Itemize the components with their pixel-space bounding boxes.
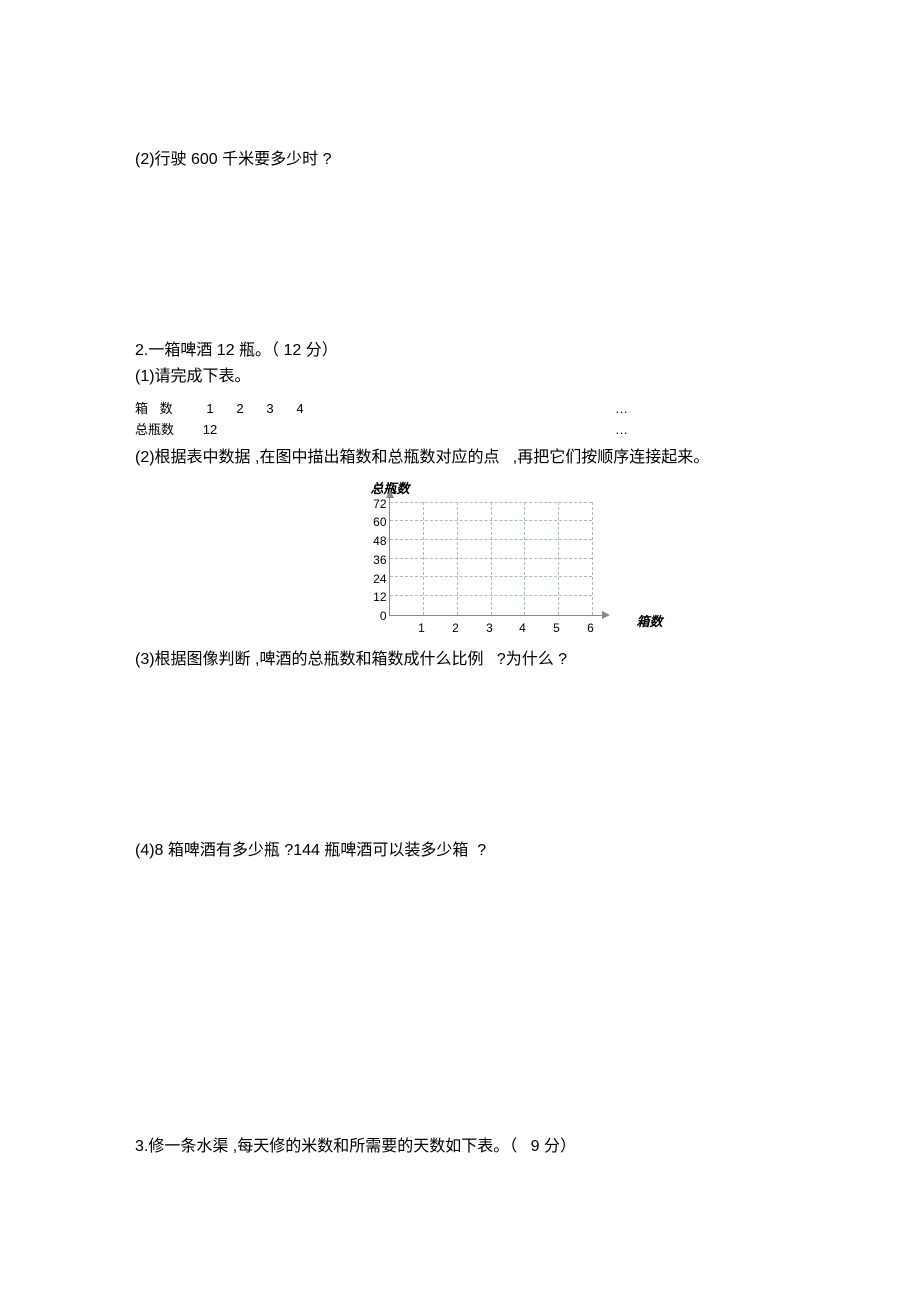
line-chart: 总瓶数 箱数 0 12 24 36 48 60 72 1 2 3 4 5 6	[353, 478, 653, 638]
table-cell: 2	[225, 399, 255, 420]
chart-container: 总瓶数 箱数 0 12 24 36 48 60 72 1 2 3 4 5 6	[135, 478, 870, 638]
y-tick: 48	[367, 534, 387, 548]
x-tick: 6	[587, 621, 594, 635]
q2-sub3-text: (3)根据图像判断 ,啤酒的总瓶数和箱数成什么比例 ?为什么 ?	[135, 648, 870, 672]
grid-line	[423, 502, 424, 615]
q2-sub4-text-a: (4)8 箱啤酒有多少瓶 ?144 瓶啤酒可以装多少箱	[135, 842, 468, 859]
table-dots: …	[615, 399, 628, 420]
q2-sub4-text-b: ?	[477, 842, 486, 859]
q2-sub3-text-a: (3)根据图像判断 ,啤酒的总瓶数和箱数成什么比例	[135, 651, 483, 668]
table-dots: …	[615, 420, 628, 441]
q2-sub2-text-b: ,再把它们按顺序连接起来。	[513, 449, 709, 466]
y-tick: 72	[367, 497, 387, 511]
q3-main-text: 3.修一条水渠 ,每天修的米数和所需要的天数如下表。（ 9 分）	[135, 1135, 870, 1159]
q3-main-text-b: 9 分）	[531, 1138, 576, 1155]
x-tick: 5	[553, 621, 560, 635]
table-row: 箱 数 1 2 3 4 …	[135, 399, 870, 420]
grid-line	[592, 502, 593, 615]
chart-grid	[389, 496, 604, 616]
q1-sub2-text: (2)行驶 600 千米要多少时 ?	[135, 148, 870, 172]
x-tick: 4	[519, 621, 526, 635]
x-tick: 2	[452, 621, 459, 635]
y-tick: 60	[367, 515, 387, 529]
x-tick: 3	[486, 621, 493, 635]
table-header-bottles: 总瓶数	[135, 420, 195, 441]
table-cell: 12	[195, 420, 225, 441]
table-cell: 1	[195, 399, 225, 420]
chart-x-axis-label: 箱数	[636, 611, 662, 630]
grid-line	[524, 502, 525, 615]
table-cell: 3	[255, 399, 285, 420]
q2-sub3-text-b: ?为什么 ?	[497, 651, 567, 668]
y-tick: 36	[367, 553, 387, 567]
q2-sub1-text: (1)请完成下表。	[135, 365, 870, 389]
grid-line	[457, 502, 458, 615]
y-tick: 12	[367, 590, 387, 604]
table-row: 总瓶数 12 …	[135, 420, 870, 441]
beer-table: 箱 数 1 2 3 4 … 总瓶数 12 …	[135, 399, 870, 441]
y-tick: 24	[367, 572, 387, 586]
q2-main-text: 2.一箱啤酒 12 瓶。（ 12 分）	[135, 339, 870, 363]
q2-sub2-text-a: (2)根据表中数据 ,在图中描出箱数和总瓶数对应的点	[135, 449, 499, 466]
q2-sub4-text: (4)8 箱啤酒有多少瓶 ?144 瓶啤酒可以装多少箱 ?	[135, 839, 870, 863]
y-tick: 0	[367, 609, 387, 623]
grid-line	[558, 502, 559, 615]
q2-sub2-text: (2)根据表中数据 ,在图中描出箱数和总瓶数对应的点 ,再把它们按顺序连接起来。	[135, 446, 870, 470]
x-tick: 1	[418, 621, 425, 635]
q3-main-text-a: 3.修一条水渠 ,每天修的米数和所需要的天数如下表。（	[135, 1138, 517, 1155]
grid-line	[491, 502, 492, 615]
table-header-boxes: 箱 数	[135, 399, 195, 420]
table-cell: 4	[285, 399, 315, 420]
